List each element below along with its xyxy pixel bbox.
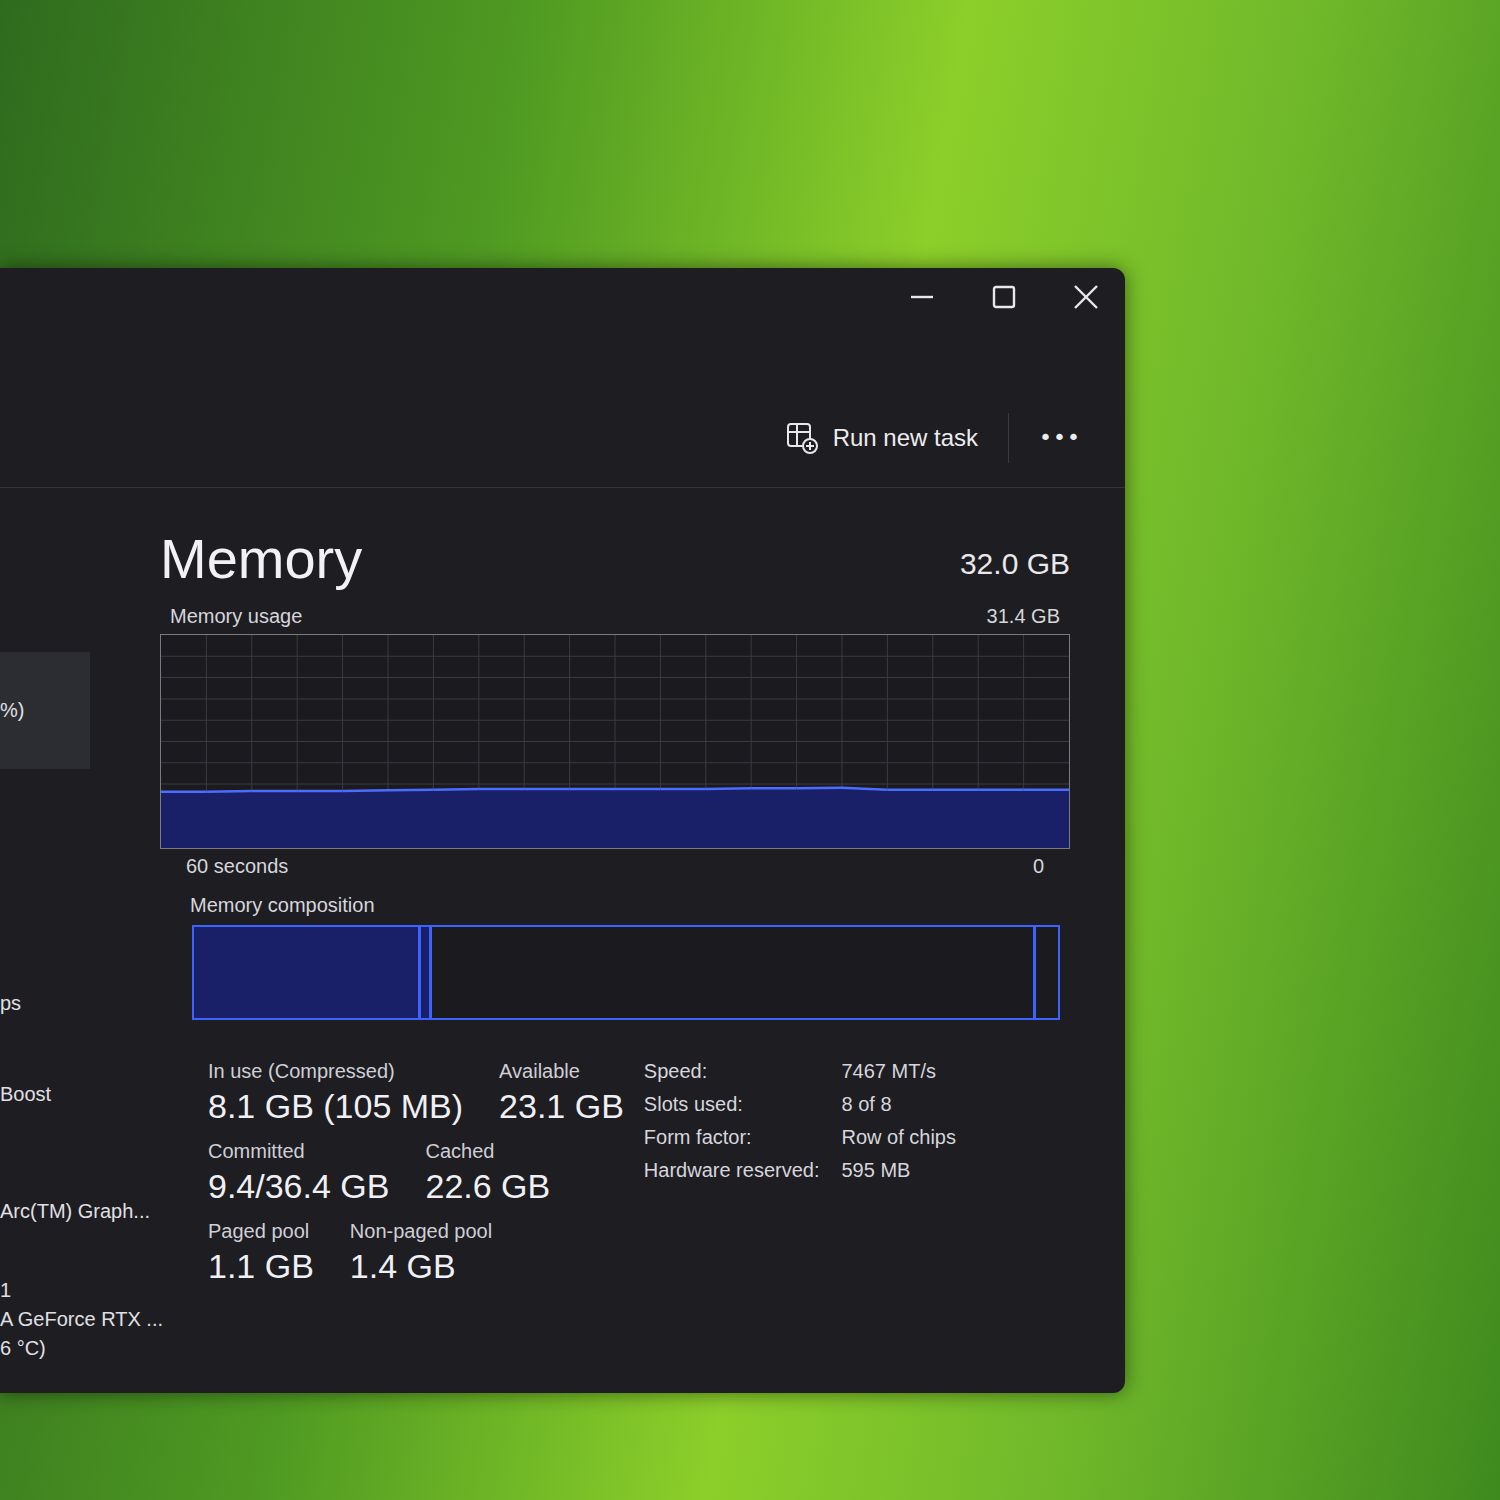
detail-value: 595 MB bbox=[841, 1159, 956, 1182]
usage-line-segment bbox=[388, 788, 433, 791]
usage-line-segment bbox=[706, 787, 751, 790]
usage-line-segment bbox=[479, 788, 524, 791]
run-new-task-button[interactable]: Run new task bbox=[785, 413, 1009, 463]
memory-composition-bar bbox=[192, 925, 1060, 1020]
usage-line-segment bbox=[615, 788, 660, 791]
memory-usage-chart bbox=[160, 634, 1070, 849]
composition-segment bbox=[432, 927, 1037, 1018]
total-memory: 32.0 GB bbox=[960, 547, 1070, 591]
chart-max-label: 31.4 GB bbox=[987, 605, 1060, 628]
detail-value: Row of chips bbox=[841, 1126, 956, 1149]
grid-line bbox=[161, 720, 1069, 721]
usage-line-segment bbox=[252, 790, 297, 793]
chart-label: Memory usage bbox=[170, 605, 302, 628]
usage-line-segment bbox=[1024, 788, 1069, 791]
memory-panel: Memory 32.0 GB Memory usage 31.4 GB 60 secon… bbox=[160, 526, 1125, 1363]
panel-title: Memory bbox=[160, 526, 362, 591]
usage-line-segment bbox=[978, 788, 1023, 791]
composition-segment bbox=[194, 927, 421, 1018]
stat: Non-paged pool1.4 GB bbox=[350, 1220, 492, 1286]
stat: Committed9.4/36.4 GB bbox=[208, 1140, 389, 1206]
detail-value: 8 of 8 bbox=[841, 1093, 956, 1116]
task-manager-window: Run new task•••%) ps Boost Arc(TM) Graph...… bbox=[0, 268, 1125, 1393]
desktop: Run new task•••%) ps Boost Arc(TM) Graph...… bbox=[0, 0, 1500, 1500]
sidebar-item[interactable]: Arc(TM) Graph... bbox=[0, 1197, 160, 1226]
axis-end-label: 0 bbox=[1033, 855, 1044, 878]
grid-line bbox=[161, 741, 1069, 742]
composition-segment bbox=[1036, 927, 1058, 1018]
minimize-icon[interactable] bbox=[907, 282, 937, 312]
usage-line-segment bbox=[842, 788, 887, 790]
composition-segment bbox=[421, 927, 431, 1018]
grid-line bbox=[161, 784, 1069, 785]
stat: Available23.1 GB bbox=[499, 1060, 624, 1126]
usage-line-segment bbox=[797, 786, 842, 789]
usage-line-segment bbox=[751, 787, 796, 790]
detail-value: 7467 MT/s bbox=[841, 1060, 956, 1083]
usage-line-segment bbox=[297, 790, 342, 793]
usage-line-segment bbox=[933, 788, 978, 791]
usage-line-segment bbox=[524, 788, 569, 791]
sidebar: %) ps Boost Arc(TM) Graph... 1A GeForce RTX … bbox=[0, 526, 160, 1363]
grid-line bbox=[161, 762, 1069, 763]
sidebar-item[interactable]: ps bbox=[0, 989, 160, 1018]
detail-label: Slots used: bbox=[644, 1093, 820, 1116]
usage-area bbox=[161, 788, 1069, 848]
usage-line-segment bbox=[660, 788, 705, 791]
detail-label: Hardware reserved: bbox=[644, 1159, 820, 1182]
usage-line-segment bbox=[206, 790, 251, 793]
grid-line bbox=[161, 698, 1069, 699]
usage-line-segment bbox=[433, 788, 478, 791]
sidebar-item[interactable]: Boost bbox=[0, 1080, 160, 1109]
more-button[interactable]: ••• bbox=[1009, 419, 1085, 456]
usage-line-segment bbox=[161, 790, 206, 793]
stats: In use (Compressed)8.1 GB (105 MB) Availa… bbox=[208, 1060, 624, 1286]
composition-label: Memory composition bbox=[190, 894, 375, 917]
memory-details: Speed: 7467 MT/s Slots used: 8 of 8 Form fac… bbox=[644, 1060, 956, 1286]
sidebar-item[interactable]: %) bbox=[0, 652, 90, 769]
title-bar bbox=[0, 268, 1125, 388]
close-icon[interactable] bbox=[1071, 282, 1101, 312]
stat: Cached22.6 GB bbox=[425, 1140, 550, 1206]
axis-start-label: 60 seconds bbox=[186, 855, 288, 878]
usage-line-segment bbox=[570, 788, 615, 791]
sidebar-item[interactable]: 1A GeForce RTX ...6 °C) bbox=[0, 1276, 160, 1363]
usage-line-segment bbox=[887, 788, 932, 791]
grid-line bbox=[161, 656, 1069, 657]
stat: In use (Compressed)8.1 GB (105 MB) bbox=[208, 1060, 463, 1126]
grid-line bbox=[161, 677, 1069, 678]
usage-line-segment bbox=[343, 789, 388, 792]
maximize-icon[interactable] bbox=[989, 282, 1019, 312]
toolbar: Run new task••• bbox=[0, 388, 1125, 488]
run-task-icon bbox=[785, 421, 819, 455]
detail-label: Form factor: bbox=[644, 1126, 820, 1149]
stat: Paged pool1.1 GB bbox=[208, 1220, 314, 1286]
detail-label: Speed: bbox=[644, 1060, 820, 1083]
